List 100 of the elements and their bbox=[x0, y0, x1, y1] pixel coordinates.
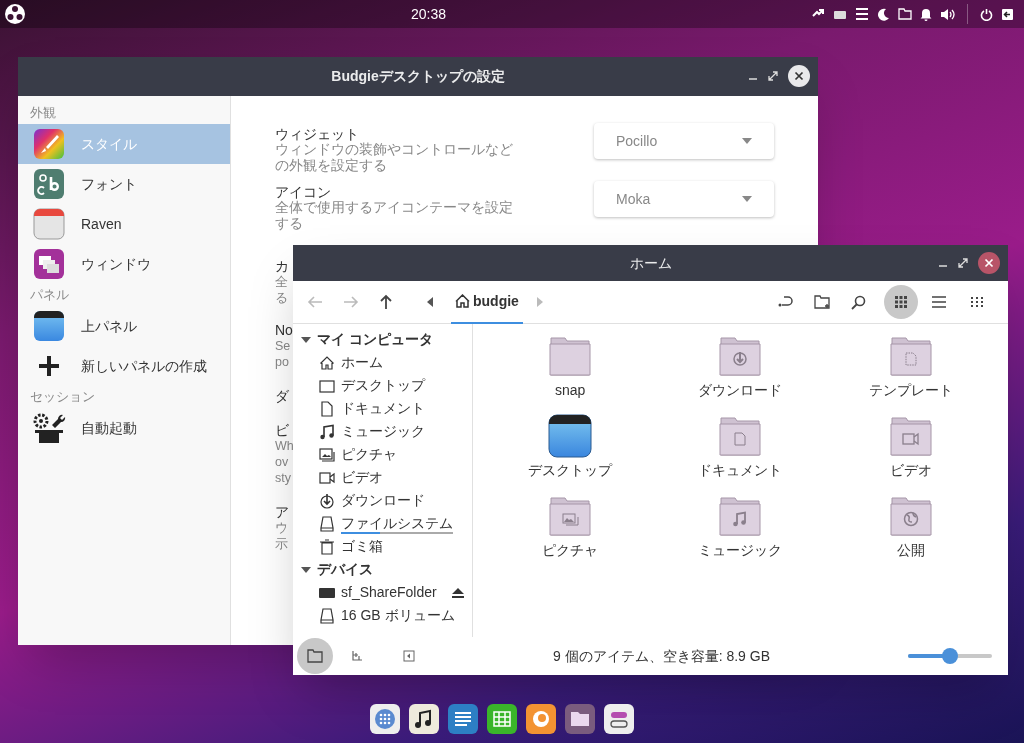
caret-icon bbox=[742, 138, 752, 144]
section-heading[interactable]: デバイス bbox=[293, 558, 472, 581]
home-icon bbox=[455, 294, 470, 308]
folder-icon[interactable] bbox=[565, 704, 595, 734]
close-icon[interactable] bbox=[978, 252, 1000, 274]
setting-title: ダ bbox=[275, 388, 289, 404]
app-grid-icon[interactable] bbox=[370, 704, 400, 734]
tree-view-icon[interactable] bbox=[351, 650, 363, 662]
up-arrow-icon[interactable] bbox=[379, 294, 393, 310]
file-name: ビデオ bbox=[889, 461, 932, 480]
sidebar-item[interactable]: 新しいパネルの作成 bbox=[18, 346, 230, 386]
menu-logo-icon[interactable] bbox=[4, 3, 26, 25]
file-name: ダウンロード bbox=[698, 381, 783, 400]
dropdown[interactable]: Moka bbox=[594, 181, 774, 217]
place-item[interactable]: ホーム bbox=[293, 351, 472, 374]
drive-icon bbox=[319, 607, 335, 624]
video-folder-icon[interactable] bbox=[888, 414, 933, 458]
sidebar-item[interactable]: 上パネル bbox=[18, 306, 230, 346]
sidebar-item[interactable]: 自動起動 bbox=[18, 408, 230, 448]
file-name: snap bbox=[555, 381, 586, 400]
zoom-slider[interactable] bbox=[908, 648, 992, 664]
place-item[interactable]: ファイルシステム bbox=[293, 512, 472, 535]
drive-icon bbox=[319, 515, 335, 532]
toggle-switches-icon[interactable] bbox=[604, 704, 634, 734]
setting-description: ウィンドウの装飾やコントロールなどの外観を設定する bbox=[275, 142, 514, 174]
setting-description: Se bbox=[275, 338, 291, 354]
sidebar-item[interactable]: ウィンドウ bbox=[18, 244, 230, 284]
section-heading[interactable]: マイ コンピュータ bbox=[293, 328, 472, 351]
section-heading: パネル bbox=[29, 286, 70, 305]
file-name: ミュージック bbox=[698, 541, 783, 560]
setting-title: No bbox=[275, 322, 293, 338]
sidebar-item[interactable]: Raven bbox=[18, 204, 230, 244]
expander-icon bbox=[301, 566, 311, 573]
close-icon[interactable] bbox=[788, 65, 810, 87]
video-camera-icon bbox=[319, 469, 335, 486]
search-icon[interactable] bbox=[851, 294, 866, 310]
new-folder-icon[interactable] bbox=[814, 295, 831, 309]
setting-description: 示 bbox=[275, 536, 288, 552]
letters-icon bbox=[33, 168, 65, 200]
moon-icon[interactable] bbox=[877, 7, 890, 21]
file-name: 公開 bbox=[896, 541, 925, 560]
exit-icon[interactable] bbox=[1001, 7, 1014, 21]
power-icon[interactable] bbox=[980, 7, 993, 21]
plus-icon bbox=[37, 354, 61, 378]
monitor-icon bbox=[319, 377, 335, 394]
maximize-icon[interactable] bbox=[958, 258, 968, 268]
maximize-icon[interactable] bbox=[768, 71, 778, 81]
redo-icon[interactable] bbox=[778, 296, 794, 308]
setting-title: ア bbox=[275, 504, 289, 520]
music-note-icon bbox=[319, 423, 335, 440]
section-heading: セッション bbox=[29, 388, 96, 407]
setting-title: アイコン bbox=[275, 184, 332, 200]
folder-icon[interactable] bbox=[898, 8, 912, 20]
download-folder-icon[interactable] bbox=[718, 334, 763, 378]
music-note-icon[interactable] bbox=[409, 704, 439, 734]
house-icon bbox=[319, 354, 335, 371]
volume-icon[interactable] bbox=[940, 7, 955, 21]
setting-description: Wh bbox=[275, 438, 294, 454]
windows-icon bbox=[33, 248, 65, 280]
setting-description: ov bbox=[275, 454, 289, 470]
setting-description: po bbox=[275, 354, 289, 370]
place-item[interactable]: ダウンロード bbox=[293, 489, 472, 512]
sidebar-toggle-icon[interactable] bbox=[403, 650, 415, 662]
place-item[interactable]: ピクチャ bbox=[293, 443, 472, 466]
sidebar-item[interactable]: フォント bbox=[18, 164, 230, 204]
trash-icon bbox=[319, 538, 335, 555]
setting-description: 全体で使用するアイコンテーマを設定する bbox=[275, 200, 514, 232]
music-folder-icon[interactable] bbox=[718, 494, 763, 538]
desktop-folder-icon[interactable] bbox=[548, 414, 593, 458]
list-icon bbox=[932, 296, 946, 308]
place-item[interactable]: ドキュメント bbox=[293, 397, 472, 420]
folder-icon bbox=[307, 649, 323, 663]
grid-icon bbox=[894, 295, 908, 309]
place-item[interactable]: ビデオ bbox=[293, 466, 472, 489]
path-button[interactable]: budgie bbox=[451, 280, 523, 324]
section-heading: 外観 bbox=[29, 104, 57, 123]
icon-view-button[interactable] bbox=[884, 285, 918, 319]
place-item[interactable]: ゴミ箱 bbox=[293, 535, 472, 558]
spreadsheet-icon[interactable] bbox=[487, 704, 517, 734]
place-item[interactable]: デスクトップ bbox=[293, 374, 472, 397]
document-icon bbox=[319, 400, 335, 417]
dropdown[interactable]: Pocillo bbox=[594, 123, 774, 159]
left-caret-icon[interactable] bbox=[427, 297, 433, 307]
text-lines-icon[interactable] bbox=[448, 704, 478, 734]
file-name: ピクチャ bbox=[542, 541, 599, 560]
eject-icon[interactable] bbox=[452, 587, 464, 598]
globe-folder-icon[interactable] bbox=[888, 494, 933, 538]
place-item[interactable]: sf_ShareFolder bbox=[293, 581, 472, 604]
bell-icon[interactable] bbox=[920, 7, 932, 21]
setting-title: ウィジェット bbox=[275, 126, 360, 142]
clock[interactable]: 20:38 bbox=[410, 3, 446, 25]
places-button[interactable] bbox=[297, 638, 333, 674]
place-item[interactable]: 16 GB ボリューム bbox=[293, 604, 472, 627]
drive-icon[interactable] bbox=[833, 8, 847, 20]
setting-description: ウ bbox=[275, 520, 288, 536]
place-item[interactable]: ミュージック bbox=[293, 420, 472, 443]
panel-icon bbox=[33, 310, 65, 342]
browser-icon[interactable] bbox=[526, 704, 556, 734]
window-title: ホーム bbox=[629, 253, 672, 273]
menu-icon[interactable] bbox=[855, 8, 869, 20]
